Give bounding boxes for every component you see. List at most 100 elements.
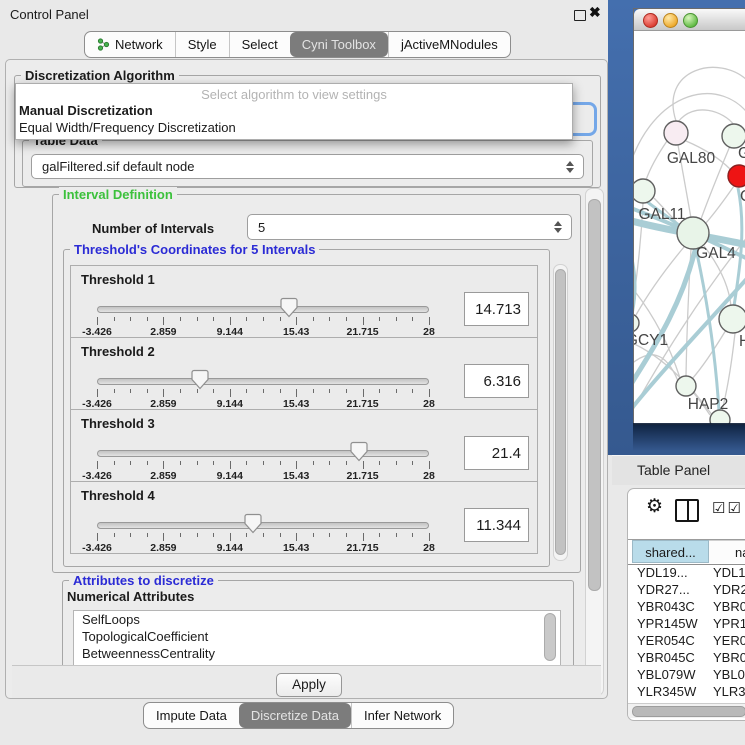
table-data-combobox[interactable]: galFiltered.sif default node	[31, 154, 584, 179]
threshold-slider[interactable]	[97, 377, 429, 387]
table-data-value: galFiltered.sif default node	[42, 159, 194, 174]
slider-thumb-icon[interactable]	[350, 441, 368, 462]
column-header-name[interactable]: na	[709, 540, 745, 563]
thresholds-scrollbar[interactable]	[553, 264, 568, 561]
attributes-group: Attributes to discretize Numerical Attri…	[62, 580, 574, 665]
algorithm-option-manual[interactable]: Manual Discretization	[19, 103, 569, 119]
table-panel: ⚙ ☑☑ shared... na YDL19...YDL1YDR27...YD…	[627, 488, 745, 721]
thresholds-scrollbar-thumb[interactable]	[555, 269, 566, 555]
algorithm-option-equal-width[interactable]: Equal Width/Frequency Discretization	[19, 120, 569, 136]
table-row[interactable]: YBR045CYBR0	[628, 649, 745, 666]
slider-thumb-icon[interactable]	[280, 297, 298, 318]
threshold-panel: Threshold 4 -3.4262.8599.14415.4321.7152…	[70, 481, 538, 554]
node-label: H	[739, 333, 745, 350]
slider-ticks	[97, 461, 429, 470]
threshold-slider[interactable]	[97, 305, 429, 315]
main-scrollbar-thumb[interactable]	[588, 199, 601, 591]
numerical-attributes-label: Numerical Attributes	[67, 589, 194, 604]
slider-thumb-icon[interactable]	[191, 369, 209, 390]
attribute-item[interactable]: BetweennessCentrality	[74, 645, 560, 662]
threshold-value-field[interactable]: 6.316	[464, 364, 529, 398]
numerical-attributes-list[interactable]: SelfLoopsTopologicalCoefficientBetweenne…	[73, 610, 561, 665]
close-icon[interactable]: ✖	[589, 4, 601, 21]
node-label: GAL80	[667, 150, 716, 167]
threshold-value-field[interactable]: 21.4	[464, 436, 529, 470]
table-row[interactable]: YBR043CYBR0	[628, 598, 745, 615]
node-label: GA	[738, 145, 745, 162]
network-node[interactable]	[676, 376, 696, 396]
panel-title: Control Panel	[10, 7, 89, 22]
slider-ticks	[97, 533, 429, 542]
slider-track[interactable]	[97, 450, 429, 457]
number-of-intervals-combobox[interactable]: 5	[247, 214, 572, 240]
horizontal-scrollbar[interactable]	[628, 703, 745, 718]
tab-cyni-toolbox[interactable]: Cyni Toolbox	[290, 32, 388, 57]
bottom-tab-bar: Impute Data Discretize Data Infer Networ…	[143, 702, 454, 729]
threshold-value-field[interactable]: 11.344	[464, 508, 529, 542]
algorithm-dropdown-popup: Select algorithm to view settings Manual…	[15, 83, 573, 140]
slider-track[interactable]	[97, 378, 429, 385]
tab-style[interactable]: Style	[175, 32, 229, 57]
threshold-slider[interactable]	[97, 521, 429, 531]
column-header-shared-name[interactable]: shared...	[632, 540, 709, 563]
tab-discretize-data[interactable]: Discretize Data	[239, 703, 351, 728]
node-label: GAL11	[638, 206, 685, 223]
network-node[interactable]	[634, 314, 639, 332]
thresholds-group: Threshold's Coordinates for 5 Intervals …	[63, 249, 550, 567]
table-row[interactable]: YDR27...YDR2	[628, 581, 745, 598]
cyni-toolbox-panel: Discretization Algorithm Table Data galF…	[5, 59, 608, 699]
network-node[interactable]	[728, 165, 745, 187]
threshold-panel: Threshold 1 -3.4262.8599.14415.4321.7152…	[70, 265, 538, 338]
table-row[interactable]: YBL079WYBL0	[628, 666, 745, 683]
split-columns-icon[interactable]	[675, 499, 699, 522]
apply-button[interactable]: Apply	[276, 673, 342, 697]
apply-strip: Apply	[12, 665, 601, 698]
table-row[interactable]: YIL052CYIL0	[628, 700, 745, 701]
main-scrollbar[interactable]	[585, 188, 604, 696]
tab-infer-network[interactable]: Infer Network	[351, 703, 453, 728]
threshold-slider[interactable]	[97, 449, 429, 459]
threshold-label: Threshold 1	[81, 272, 155, 287]
network-node[interactable]	[710, 410, 730, 424]
network-view-window: GAL80GACGAL11GAL4GCY1HHAP2	[633, 8, 745, 425]
slider-ticks	[97, 389, 429, 398]
window-shadow	[633, 423, 745, 451]
slider-track[interactable]	[97, 306, 429, 313]
table-row[interactable]: YDL19...YDL1	[628, 564, 745, 581]
float-window-icon[interactable]	[574, 10, 586, 21]
combo-stepper-icon	[566, 161, 574, 173]
table-rows: YDL19...YDL1YDR27...YDR2YBR043CYBR0YPR14…	[628, 564, 745, 701]
attribute-item[interactable]: SelfLoops	[74, 611, 560, 628]
combo-stepper-icon	[554, 221, 562, 233]
network-node[interactable]	[664, 121, 688, 145]
slider-track[interactable]	[97, 522, 429, 529]
minimize-traffic-light[interactable]	[663, 13, 678, 28]
threshold-panel: Threshold 2 -3.4262.8599.14415.4321.7152…	[70, 337, 538, 410]
horizontal-scrollbar-thumb[interactable]	[632, 706, 745, 717]
network-node[interactable]	[634, 179, 655, 203]
attribute-item[interactable]: TopologicalCoefficient	[74, 628, 560, 645]
node-label: GCY1	[634, 332, 668, 349]
table-header: shared... na	[628, 539, 745, 565]
network-canvas[interactable]: GAL80GACGAL11GAL4GCY1HHAP2	[634, 31, 745, 424]
tab-jactivemnodules[interactable]: jActiveMNodules	[388, 32, 510, 57]
gear-icon[interactable]: ⚙	[646, 495, 663, 518]
network-node[interactable]	[719, 305, 745, 333]
table-row[interactable]: YPR145WYPR1	[628, 615, 745, 632]
zoom-traffic-light[interactable]	[683, 13, 698, 28]
table-row[interactable]: YLR345WYLR3	[628, 683, 745, 700]
network-window-titlebar[interactable]	[634, 9, 745, 31]
slider-thumb-icon[interactable]	[244, 513, 262, 534]
close-traffic-light[interactable]	[643, 13, 658, 28]
tab-impute-data[interactable]: Impute Data	[144, 703, 239, 728]
slider-tick-labels: -3.4262.8599.14415.4321.71528	[97, 542, 429, 554]
table-row[interactable]: YER054CYER0	[628, 632, 745, 649]
attributes-scrollbar-thumb[interactable]	[544, 613, 556, 661]
tab-select[interactable]: Select	[229, 32, 290, 57]
threshold-label: Threshold 3	[81, 416, 155, 431]
threshold-value-field[interactable]: 14.713	[464, 292, 529, 326]
tab-network[interactable]: Network	[85, 32, 175, 57]
number-of-intervals-value: 5	[258, 220, 265, 235]
screen: { "colors": { "desktop_blue": "#3e67a7",…	[0, 0, 745, 745]
select-columns-icon[interactable]: ☑☑	[712, 499, 743, 517]
